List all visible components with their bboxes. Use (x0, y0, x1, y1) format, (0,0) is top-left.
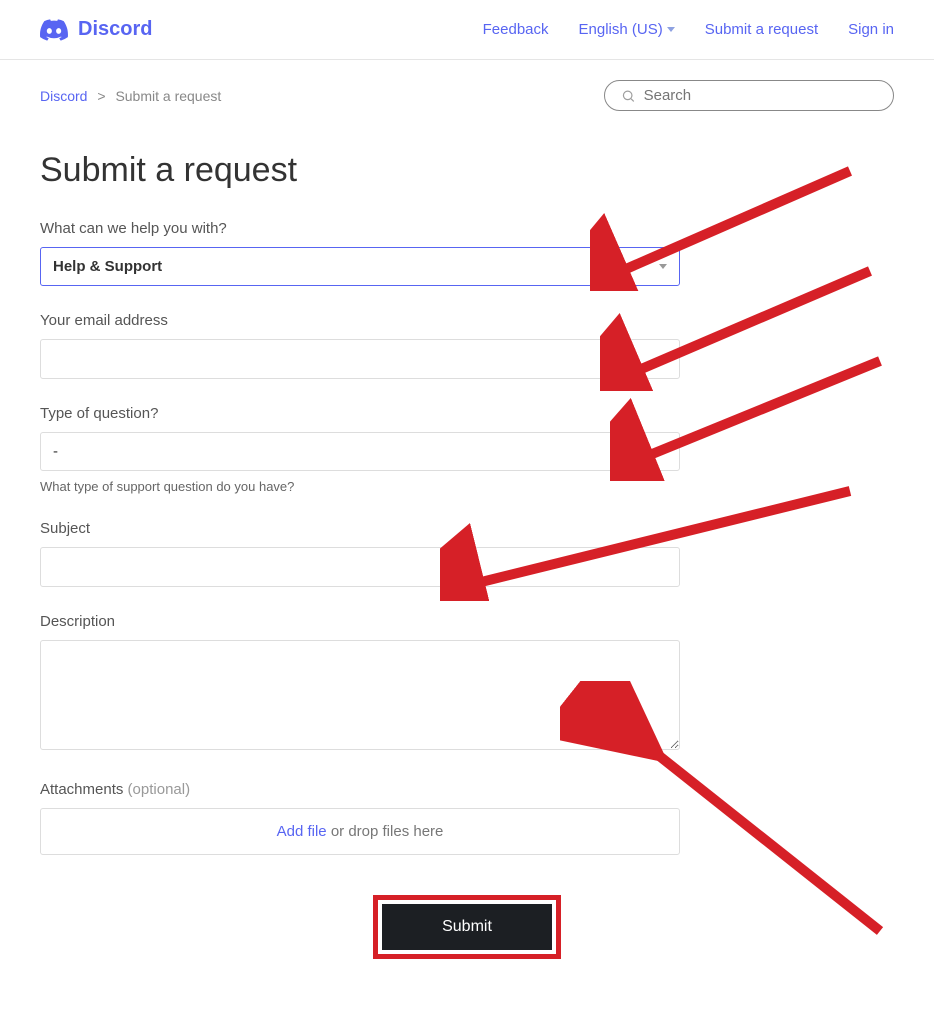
search-box[interactable] (604, 80, 894, 111)
breadcrumb-separator: > (97, 88, 105, 104)
type-select[interactable]: - (40, 432, 680, 471)
add-file-link[interactable]: Add file (277, 823, 327, 840)
help-label: What can we help you with? (40, 220, 894, 237)
dropdown-arrow-icon (659, 449, 667, 454)
dropzone-text: or drop files here (327, 823, 444, 840)
help-select[interactable]: Help & Support (40, 247, 680, 286)
search-icon (621, 88, 636, 104)
help-select-value: Help & Support (53, 258, 162, 275)
topbar: Discord > Submit a request (0, 60, 934, 111)
attachments-label: Attachments (optional) (40, 781, 894, 798)
email-input[interactable] (40, 339, 680, 379)
main-content: Submit a request What can we help you wi… (0, 111, 934, 999)
submit-highlight-annotation: Submit (373, 895, 561, 959)
breadcrumb: Discord > Submit a request (40, 88, 221, 104)
nav-language-label: English (US) (579, 21, 663, 38)
discord-icon (40, 19, 68, 41)
header: Discord Feedback English (US) Submit a r… (0, 0, 934, 60)
attachments-dropzone[interactable]: Add file or drop files here (40, 808, 680, 855)
subject-input[interactable] (40, 547, 680, 587)
nav-signin[interactable]: Sign in (848, 21, 894, 38)
type-select-value: - (53, 443, 58, 460)
breadcrumb-current: Submit a request (115, 88, 221, 104)
header-nav: Feedback English (US) Submit a request S… (483, 21, 894, 38)
chevron-down-icon (667, 27, 675, 32)
type-label: Type of question? (40, 405, 894, 422)
nav-feedback[interactable]: Feedback (483, 21, 549, 38)
page-title: Submit a request (40, 151, 894, 190)
search-input[interactable] (644, 87, 877, 104)
description-label: Description (40, 613, 894, 630)
attachments-optional: (optional) (128, 781, 191, 798)
type-hint: What type of support question do you hav… (40, 479, 894, 494)
brand-logo[interactable]: Discord (40, 18, 152, 41)
nav-submit-request[interactable]: Submit a request (705, 21, 818, 38)
email-label: Your email address (40, 312, 894, 329)
subject-label: Subject (40, 520, 894, 537)
dropdown-arrow-icon (659, 264, 667, 269)
nav-language[interactable]: English (US) (579, 21, 675, 38)
breadcrumb-root[interactable]: Discord (40, 88, 87, 104)
submit-button[interactable]: Submit (382, 904, 552, 950)
description-textarea[interactable] (40, 640, 680, 750)
brand-text: Discord (78, 18, 152, 41)
